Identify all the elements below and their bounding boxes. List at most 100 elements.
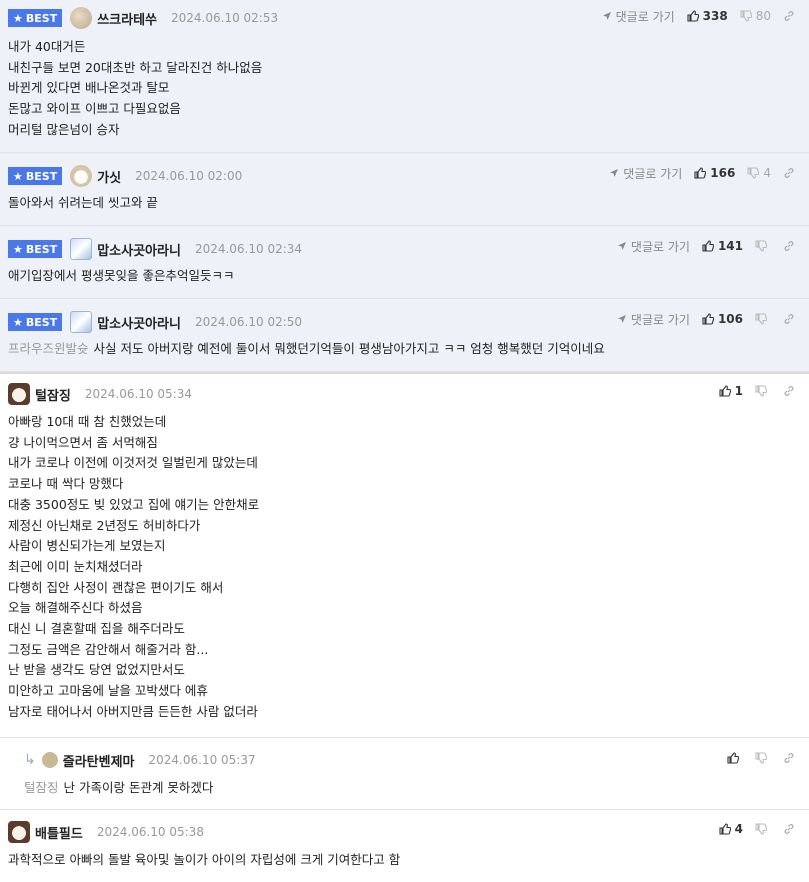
comment-line: 걍 나이먹으면서 좀 서먹해짐: [8, 434, 158, 450]
dislike-button[interactable]: [755, 752, 771, 764]
comment-date: 2024.06.10 05:37: [148, 753, 256, 767]
thumbs-down-icon: [755, 752, 767, 764]
comment-actions: [715, 747, 799, 769]
thumbs-down-icon: [755, 240, 767, 252]
reply-item: ↳ 즐라탄벤제마 2024.06.10 05:37 털잠징 난 가족이랑 돈관계 …: [0, 738, 809, 810]
comment-line: 남자로 태어나서 아버지만큼 든든한 사람 없더라: [8, 703, 258, 719]
send-icon: [617, 315, 626, 323]
link-button[interactable]: [783, 752, 799, 764]
comment-line: 바뀐게 있다면 배나온것과 탈모: [8, 80, 170, 96]
go-to-reply-link[interactable]: 댓글로 가기: [609, 165, 682, 182]
like-count: 4: [734, 822, 743, 836]
link-icon: [784, 11, 794, 21]
author-name[interactable]: 가싯: [97, 167, 121, 186]
go-to-reply-link[interactable]: 댓글로 가기: [617, 238, 690, 255]
dislike-button[interactable]: 4: [747, 166, 771, 180]
link-button[interactable]: [783, 823, 799, 835]
comment-line: 미안하고 고마움에 날을 꼬박샜다 에휴: [8, 683, 208, 699]
author-name[interactable]: 쓰크라테쑤: [97, 9, 157, 28]
thumbs-up-icon: [694, 167, 707, 179]
dislike-count: 4: [763, 166, 771, 180]
link-button[interactable]: [783, 167, 799, 179]
comment-body: 과학적으로 아빠의 돌발 육아및 놀이가 아이의 자립성에 크게 기여한다고 함: [8, 850, 400, 871]
thumbs-up-icon: [719, 823, 731, 835]
go-to-reply-link[interactable]: 댓글로 가기: [602, 8, 675, 25]
comment-line: 대신 니 결혼할때 집을 해주더라도: [8, 621, 185, 637]
author-name[interactable]: 맙소사곳아라니: [97, 313, 181, 332]
like-button[interactable]: 141: [702, 239, 743, 253]
comment-actions: 댓글로 가기 106: [605, 308, 799, 330]
link-button[interactable]: [783, 240, 799, 252]
like-button[interactable]: 338: [687, 9, 728, 23]
comment-line: 내친구들 보면 20대초반 하고 달라진건 하나없음: [8, 59, 263, 75]
link-button[interactable]: [783, 313, 799, 325]
dislike-count: 80: [755, 9, 771, 23]
link-button[interactable]: [783, 10, 799, 22]
dislike-button[interactable]: [755, 823, 771, 835]
comment-body: 내가 40대거든 내친구들 보면 20대초반 하고 달라진건 하나없음 바뀐게 …: [8, 37, 262, 141]
link-button[interactable]: [783, 385, 799, 397]
comment-line: 사실 저도 아버지랑 예전에 둘이서 뭐했던기억들이 평생남아가지고 ㅋㅋ 엄청…: [93, 341, 605, 356]
comment-date: 2024.06.10 02:34: [194, 242, 303, 256]
avatar[interactable]: [8, 821, 30, 843]
avatar[interactable]: [41, 752, 58, 768]
thumbs-up-icon: [727, 752, 739, 764]
best-label: BEST: [25, 315, 58, 329]
star-icon: ★: [13, 11, 23, 25]
comment-line: 코로나 때 싹다 망했다: [8, 476, 124, 492]
avatar[interactable]: [70, 238, 93, 260]
dislike-button[interactable]: 80: [740, 9, 771, 23]
avatar[interactable]: [70, 311, 93, 333]
comment-line: 돈많고 와이프 이쁘고 다필요없음: [8, 101, 181, 117]
best-label: BEST: [25, 11, 58, 25]
reply-link-label: 댓글로 가기: [630, 312, 690, 327]
star-icon: ★: [13, 242, 23, 256]
best-badge: ★ BEST: [8, 9, 63, 27]
like-button[interactable]: [727, 752, 743, 764]
go-to-reply-link[interactable]: 댓글로 가기: [617, 311, 690, 328]
comment-line: 제정신 아닌채로 2년정도 허비하다가: [8, 517, 201, 533]
comment-date: 2024.06.10 05:38: [96, 825, 204, 839]
comment-item: ★ BEST 쓰크라테쑤 2024.06.10 02:53 댓글로 가기 338 …: [0, 0, 809, 153]
like-button[interactable]: 1: [719, 384, 743, 398]
mention-tag[interactable]: 프라우즈윈발슛: [8, 341, 89, 356]
mention-tag[interactable]: 털잠징: [24, 780, 59, 795]
comment-line: 그정도 금액은 감안해서 해줄거라 함...: [8, 641, 209, 657]
avatar[interactable]: [70, 165, 93, 187]
author-name[interactable]: 털잠징: [35, 385, 71, 404]
thumbs-up-icon: [702, 313, 714, 325]
best-badge: ★ BEST: [8, 167, 63, 185]
comment-body: 돌아와서 쉬려는데 씻고와 끝: [8, 193, 158, 214]
author-name[interactable]: 배틀필드: [35, 823, 83, 842]
star-icon: ★: [13, 315, 23, 329]
thumbs-up-icon: [702, 240, 714, 252]
comment-header: ↳ 즐라탄벤제마 2024.06.10 05:37: [24, 749, 256, 771]
thumbs-down-icon: [755, 385, 767, 397]
thumbs-up-icon: [719, 385, 731, 397]
dislike-button[interactable]: [755, 385, 771, 397]
comment-body: 애기입장에서 평생못잊을 좋은추억일듯ㅋㅋ: [8, 266, 234, 287]
comment-body: 프라우즈윈발슛 사실 저도 아버지랑 예전에 둘이서 뭐했던기억들이 평생남아가지…: [8, 339, 605, 360]
comment-date: 2024.06.10 02:50: [194, 315, 303, 329]
best-badge: ★ BEST: [8, 240, 63, 258]
avatar[interactable]: [70, 7, 93, 29]
like-count: 141: [717, 239, 743, 253]
like-button[interactable]: 166: [694, 166, 735, 180]
author-name[interactable]: 맙소사곳아라니: [97, 240, 181, 259]
author-name[interactable]: 즐라탄벤제마: [63, 751, 135, 770]
avatar[interactable]: [8, 383, 30, 405]
reply-arrow-icon: ↳: [24, 752, 36, 768]
comment-line: 애기입장에서 평생못잊을 좋은추억일듯ㅋㅋ: [8, 268, 235, 283]
comment-header: ★ BEST 가싯 2024.06.10 02:00: [8, 165, 242, 187]
comment-item: ★ BEST 맙소사곳아라니 2024.06.10 02:50 댓글로 가기 10…: [0, 299, 809, 372]
comment-actions: 4: [707, 818, 799, 840]
comment-line: 아빠랑 10대 때 참 친했었는데: [8, 414, 167, 429]
like-button[interactable]: 106: [702, 312, 743, 326]
like-button[interactable]: 4: [719, 822, 743, 836]
dislike-button[interactable]: [755, 240, 771, 252]
dislike-button[interactable]: [755, 313, 771, 325]
comment-item: ★ BEST 가싯 2024.06.10 02:00 댓글로 가기 166 4 돌…: [0, 153, 809, 226]
comment-date: 2024.06.10 05:34: [84, 387, 192, 401]
comment-date: 2024.06.10 02:53: [171, 11, 279, 25]
comment-line: 다행히 집안 사정이 괜찮은 편이기도 해서: [8, 579, 224, 595]
